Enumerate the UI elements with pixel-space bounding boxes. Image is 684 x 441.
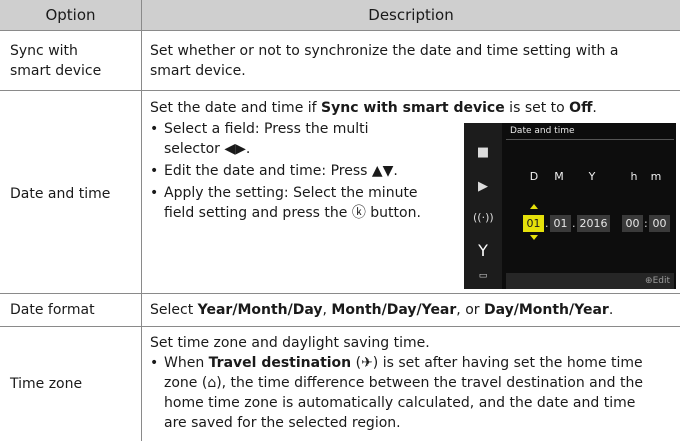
bullet-text: Select a field: Press the multi xyxy=(164,121,369,137)
label-minute: m xyxy=(650,170,662,183)
description-text: is set to xyxy=(504,100,570,116)
description-text: When xyxy=(164,355,209,371)
bold-term: Day/Month/Year xyxy=(483,302,609,318)
bullet-select-field: • Select a field: Press the multi select… xyxy=(150,119,454,159)
down-arrow-icon xyxy=(530,235,538,240)
header-description: Description xyxy=(368,6,454,24)
description-date-format: Select Year/Month/Day, Month/Day/Year, o… xyxy=(150,300,680,320)
wrench-icon: Y xyxy=(478,241,488,260)
description-text: (✈) is set after having set the home tim… xyxy=(351,355,643,371)
option-sync-with-smart-device: Sync with smart device xyxy=(0,41,141,81)
description-time-zone-intro: Set time zone and daylight saving time. xyxy=(150,335,430,351)
row-divider xyxy=(0,90,680,91)
camera-screen-title: Date and time xyxy=(510,126,575,136)
camera-screen: ■ ▶ ((·)) Y ▭ Date and time D M Y h m 01… xyxy=(464,123,676,289)
edit-label: Edit xyxy=(652,276,670,286)
bullet-text: selector ◀▶. xyxy=(164,141,251,157)
up-arrow-icon xyxy=(530,204,538,209)
bullet-travel-destination: • When Travel destination (✈) is set aft… xyxy=(150,353,680,433)
description-text: Select xyxy=(150,302,198,318)
bold-term: Off xyxy=(569,100,593,116)
field-separator: : xyxy=(644,217,648,230)
bold-term: Month/Day/Year xyxy=(331,302,457,318)
label-year: Y xyxy=(588,170,596,183)
bullet-dot: • xyxy=(150,163,159,179)
description-date-and-time-intro: Set the date and time if Sync with smart… xyxy=(150,98,680,118)
bullet-text: When Travel destination (✈) is set after… xyxy=(164,353,680,373)
day-field[interactable]: 01 xyxy=(523,215,544,232)
bullet-dot: • xyxy=(150,121,159,137)
column-divider xyxy=(141,0,142,441)
option-date-and-time: Date and time xyxy=(10,186,111,202)
option-text: smart device xyxy=(10,63,102,79)
camera-icon: ■ xyxy=(476,145,490,160)
bullet-text: field setting and press the ⓚ button. xyxy=(164,205,421,221)
bold-term: Travel destination xyxy=(208,355,352,371)
row-divider xyxy=(0,30,680,31)
description-text: , or xyxy=(456,302,484,318)
bullet-text: zone (⌂), the time difference between th… xyxy=(164,375,643,391)
label-month: M xyxy=(554,170,564,183)
battery-icon: ▭ xyxy=(478,271,488,281)
field-separator: . xyxy=(545,217,549,230)
wireless-icon: ((·)) xyxy=(473,211,494,224)
field-separator: . xyxy=(572,217,576,230)
edit-hint: ⊕Edit xyxy=(645,276,670,286)
option-date-format: Date format xyxy=(10,302,95,318)
description-text: . xyxy=(608,302,614,318)
row-divider xyxy=(0,293,680,294)
command-dial-icon: ⊕ xyxy=(645,276,653,286)
description-sync: Set whether or not to synchronize the da… xyxy=(150,41,680,81)
year-field[interactable]: 2016 xyxy=(577,215,610,232)
bold-term: Year/Month/Day xyxy=(197,302,323,318)
bullet-text: are saved for the selected region. xyxy=(164,415,401,431)
bullet-apply-setting: • Apply the setting: Select the minute f… xyxy=(150,183,454,223)
bullet-edit-date: • Edit the date and time: Press ▲▼. xyxy=(150,161,454,181)
description-text: Set whether or not to synchronize the da… xyxy=(150,43,619,59)
description-text: Set the date and time if xyxy=(150,100,322,116)
movie-camera-icon: ▶ xyxy=(478,179,488,194)
bullet-dot: • xyxy=(150,185,159,201)
option-time-zone: Time zone xyxy=(10,376,83,392)
hour-field[interactable]: 00 xyxy=(622,215,643,232)
bullet-dot: • xyxy=(150,355,159,371)
bullet-text: Edit the date and time: Press ▲▼. xyxy=(164,163,398,179)
settings-table: Option Description Sync with smart devic… xyxy=(0,0,684,441)
description-text: . xyxy=(592,100,597,116)
minute-field[interactable]: 00 xyxy=(649,215,670,232)
option-text: Sync with xyxy=(10,43,78,59)
title-divider xyxy=(506,139,674,140)
description-text: smart device. xyxy=(150,63,246,79)
bullet-text: home time zone is automatically calculat… xyxy=(164,395,636,411)
header-option: Option xyxy=(45,6,96,24)
bold-term: Sync with smart device xyxy=(321,100,505,116)
row-divider xyxy=(0,326,680,327)
month-field[interactable]: 01 xyxy=(550,215,571,232)
bullet-text: Apply the setting: Select the minute xyxy=(164,185,418,201)
